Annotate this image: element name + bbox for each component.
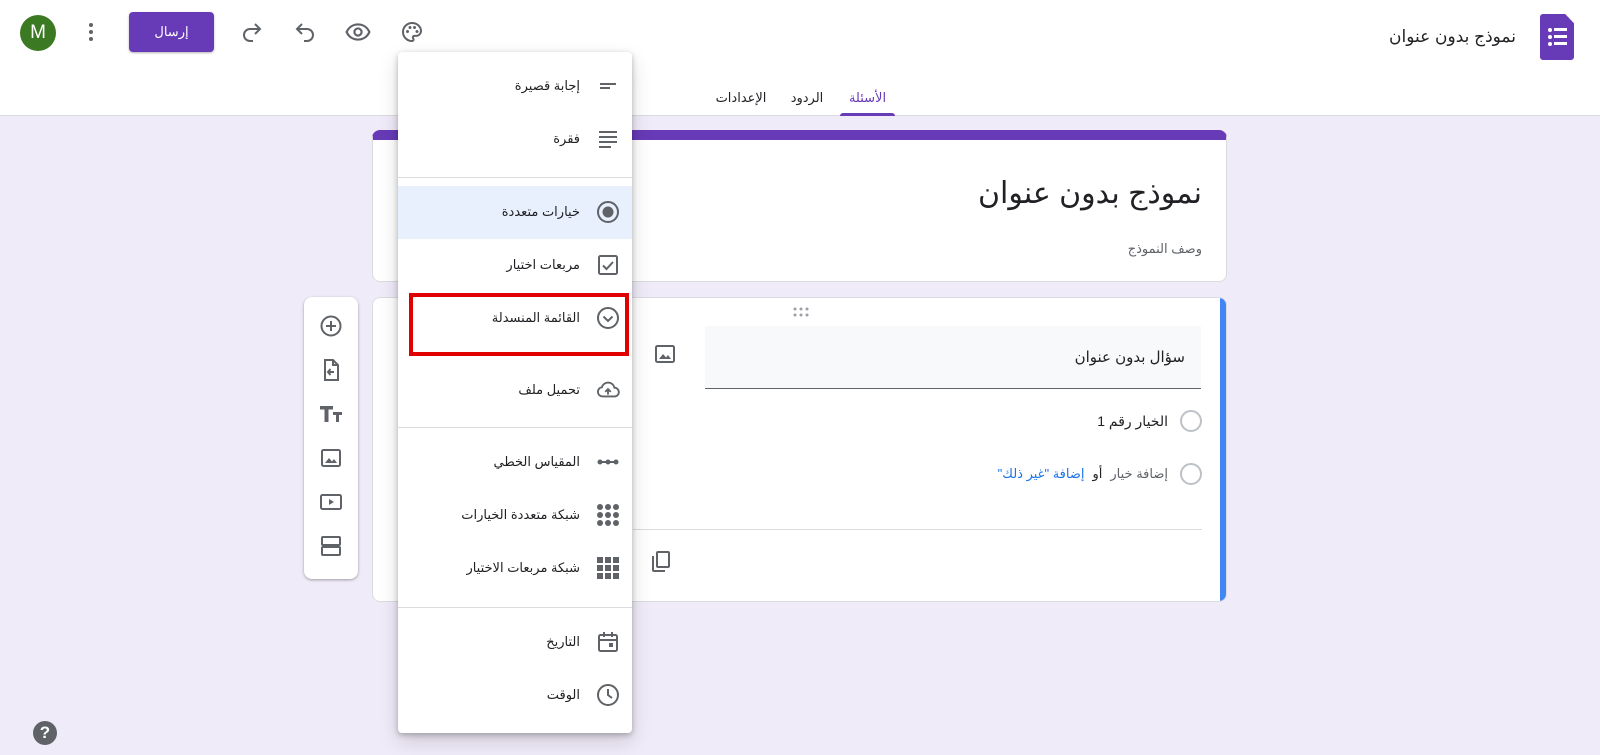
linear-scale-icon — [596, 450, 620, 474]
add-section-icon[interactable] — [318, 533, 344, 559]
menu-item-date[interactable]: التاريخ — [398, 616, 632, 669]
drag-handle-icon[interactable] — [791, 306, 811, 318]
menu-item-label: مربعات اختيار — [506, 257, 580, 272]
add-image-icon[interactable] — [653, 342, 677, 366]
preview-eye-icon[interactable] — [343, 17, 373, 47]
highlight-annotation — [409, 293, 629, 356]
option-label[interactable]: الخيار رقم 1 — [1097, 413, 1168, 430]
avatar[interactable]: M — [20, 15, 56, 51]
menu-divider — [398, 607, 632, 608]
menu-item-multiple-choice[interactable]: خيارات متعددة — [398, 186, 632, 239]
menu-item-label: تحميل ملف — [518, 382, 580, 397]
duplicate-icon[interactable] — [649, 550, 673, 574]
more-vert-icon[interactable] — [76, 17, 106, 47]
question-title-text: سؤال بدون عنوان — [1074, 349, 1185, 366]
question-type-menu: إجابة قصيرة فقرة خيارات متعددة مربعات اخ… — [398, 52, 632, 733]
menu-item-label: إجابة قصيرة — [514, 78, 580, 93]
checkbox-icon — [596, 253, 620, 277]
side-toolbar — [304, 297, 358, 579]
form-description-field[interactable]: وصف النموذج — [1128, 241, 1202, 257]
add-option-row: إضافة خيار أو إضافة "غير ذلك" — [998, 462, 1202, 486]
calendar-icon — [596, 630, 620, 654]
add-title-icon[interactable] — [318, 401, 344, 427]
card-divider — [633, 529, 1202, 530]
menu-item-label: المقياس الخطي — [493, 454, 581, 469]
menu-item-label: فقرة — [553, 131, 580, 146]
palette-icon[interactable] — [397, 17, 427, 47]
undo-icon[interactable] — [290, 17, 320, 47]
app-header: نموذج بدون عنوان الأسئلة الردود الإعدادا… — [0, 0, 1600, 116]
radio-icon — [1180, 410, 1202, 432]
menu-item-checkboxes[interactable]: مربعات اختيار — [398, 239, 632, 292]
upload-cloud-icon — [596, 378, 620, 402]
add-option-link[interactable]: إضافة خيار — [1110, 466, 1168, 482]
menu-item-multiple-choice-grid[interactable]: شبكة متعددة الخيارات — [398, 489, 632, 542]
menu-item-label: التاريخ — [546, 634, 580, 649]
menu-item-label: خيارات متعددة — [501, 204, 580, 219]
redo-icon[interactable] — [237, 17, 267, 47]
radio-icon — [596, 200, 620, 224]
tab-questions[interactable]: الأسئلة — [840, 80, 895, 116]
or-label: أو — [1092, 466, 1103, 481]
short-answer-icon — [596, 74, 620, 98]
add-question-icon[interactable] — [318, 313, 344, 339]
document-title[interactable]: نموذج بدون عنوان — [1389, 27, 1516, 47]
menu-divider — [398, 177, 632, 178]
add-other-link[interactable]: إضافة "غير ذلك" — [998, 466, 1085, 482]
option-row[interactable]: الخيار رقم 1 — [1097, 409, 1202, 433]
radio-icon — [1180, 463, 1202, 485]
question-title-input[interactable]: سؤال بدون عنوان — [705, 326, 1201, 389]
import-questions-icon[interactable] — [318, 357, 344, 383]
forms-logo-icon[interactable] — [1540, 14, 1574, 60]
paragraph-icon — [596, 127, 620, 151]
add-image-icon[interactable] — [318, 445, 344, 471]
menu-item-paragraph[interactable]: فقرة — [398, 113, 632, 166]
menu-item-time[interactable]: الوقت — [398, 669, 632, 722]
dot-grid-icon — [596, 503, 620, 527]
menu-item-label: شبكة متعددة الخيارات — [461, 507, 580, 522]
menu-divider — [398, 427, 632, 428]
menu-item-linear-scale[interactable]: المقياس الخطي — [398, 436, 632, 489]
square-grid-icon — [596, 556, 620, 580]
active-card-accent — [1220, 298, 1226, 601]
tab-responses[interactable]: الردود — [784, 80, 830, 116]
clock-icon — [596, 683, 620, 707]
tab-settings[interactable]: الإعدادات — [708, 80, 774, 116]
menu-item-label: الوقت — [546, 687, 580, 702]
menu-item-short-answer[interactable]: إجابة قصيرة — [398, 60, 632, 113]
menu-item-label: شبكة مربعات الاختيار — [466, 560, 580, 575]
menu-item-file-upload[interactable]: تحميل ملف — [398, 364, 632, 417]
add-video-icon[interactable] — [318, 489, 344, 515]
send-button[interactable]: إرسال — [129, 12, 214, 52]
help-icon[interactable]: ? — [33, 721, 57, 745]
menu-item-checkbox-grid[interactable]: شبكة مربعات الاختيار — [398, 542, 632, 595]
form-title[interactable]: نموذج بدون عنوان — [978, 176, 1202, 211]
